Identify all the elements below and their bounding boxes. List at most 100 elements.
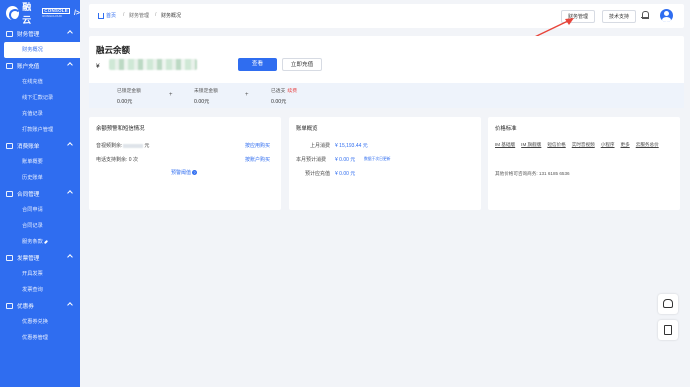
rongcloud-logo-icon: [6, 6, 22, 21]
unlocked-amount: 未锁定金额 0.00元: [194, 89, 218, 105]
chevron-up-icon: [67, 142, 73, 148]
home-icon: [98, 12, 104, 19]
recharge-now-button[interactable]: 立即充值: [282, 58, 322, 71]
av-remaining-row: 音视频剩余: 元: [96, 143, 150, 149]
wallet-icon: [6, 63, 13, 69]
chevron-up-icon: [67, 254, 73, 260]
price-tag-im-basic[interactable]: IM 基础版: [495, 142, 515, 148]
brand-name: 融云: [22, 2, 32, 25]
brand-code: />: [73, 9, 80, 17]
nav-head-contracts[interactable]: 合同管理: [0, 186, 80, 202]
edit-note-icon: [664, 325, 672, 335]
card-title: 余额预警和短信情况: [96, 126, 145, 132]
price-tag-miniprogram[interactable]: 小程序: [601, 142, 615, 148]
nav-group-bills: 消费账单 账单概要 历史账单: [0, 138, 80, 186]
balance-panel: 融云余额 ¥ 查看 立即充值 已锁定金额 0.00元 + 未锁定金额 0.00元…: [89, 36, 684, 108]
price-tag-cloud-total[interactable]: 云服务总价: [636, 142, 659, 148]
breadcrumb-home[interactable]: 首页: [98, 12, 116, 19]
chevron-up-icon: [67, 62, 73, 68]
sidebar: 融云 CONSOLE RONGCLOUD /> 财务管理 财务概况 账户充值 在…: [0, 0, 80, 387]
renew-tag[interactable]: 续费: [287, 89, 297, 94]
buy-by-account-link[interactable]: 按账户购买: [245, 156, 270, 163]
this-month-label: 本月预计消费: [296, 157, 327, 163]
sidebar-item-coupon-manage[interactable]: 优惠券管理: [0, 330, 80, 346]
card-title: 账单概览: [296, 126, 318, 132]
view-balance-button[interactable]: 查看: [238, 58, 277, 71]
support-widget-button[interactable]: [658, 294, 678, 314]
breadcrumb-current: 财务概况: [161, 13, 182, 19]
nav-head-recharge[interactable]: 账户充值: [0, 58, 80, 74]
overdraft-amount: 已透支 续费 0.00元: [271, 89, 298, 105]
price-tag-rtc[interactable]: 实时音视频: [572, 142, 595, 148]
nav-head-invoices[interactable]: 发票管理: [0, 250, 80, 266]
locked-amount: 已锁定金额 0.00元: [117, 89, 141, 105]
sidebar-item-finance-overview[interactable]: 财务概况: [4, 42, 80, 58]
invoice-icon: [6, 255, 13, 261]
business-contact: 其他价格可咨询商务: 131 6185 6536: [495, 171, 570, 176]
sidebar-item-bill-summary[interactable]: 账单概要: [0, 154, 80, 170]
sidebar-item-service-terms[interactable]: 服务条款: [0, 234, 80, 250]
this-month-value: ¥ 0.00 元: [335, 157, 356, 163]
prepaid-label: 预计应充值: [305, 171, 331, 177]
sidebar-item-contract-records[interactable]: 合同记录: [0, 218, 80, 234]
breadcrumb-separator: /: [155, 12, 157, 18]
warning-threshold-link[interactable]: 预警阈值?: [171, 169, 198, 176]
currency-symbol: ¥: [96, 63, 100, 70]
contract-icon: [6, 191, 13, 197]
sidebar-item-payment-accounts[interactable]: 打款账户管理: [0, 122, 80, 138]
plus-icon: +: [169, 92, 173, 98]
price-standard-card: 价格标准 IM 基础版 IM 旗舰版 短信价格 实时音视频 小程序 更多 云服务…: [488, 117, 680, 210]
nav-head-coupons[interactable]: 优惠券: [0, 298, 80, 314]
bill-icon: [6, 143, 13, 149]
card-title: 价格标准: [495, 126, 517, 132]
top-header: 首页 / 财务管理 / 财务概况 财务管理 技术支持: [89, 4, 684, 28]
sidebar-item-coupon-redeem[interactable]: 优惠券兑换: [0, 314, 80, 330]
price-tag-more[interactable]: 更多: [621, 142, 630, 148]
avatar[interactable]: [660, 9, 673, 22]
price-tag-sms[interactable]: 短信价格: [547, 142, 565, 148]
finance-icon: [6, 31, 13, 37]
balance-amount-redacted: [109, 59, 197, 70]
bill-overview-card: 账单概览 上月消费 ¥ 15,193.44 元 本月预计消费 ¥ 0.00 元 …: [289, 117, 481, 210]
nav-group-coupons: 优惠券 优惠券兑换 优惠券管理: [0, 298, 80, 346]
finance-management-button[interactable]: 财务管理: [561, 10, 595, 23]
prepaid-value: ¥ 0.00 元: [335, 171, 356, 177]
nav-group-finance: 财务管理 财务概况: [0, 26, 80, 58]
nav-head-bills[interactable]: 消费账单: [0, 138, 80, 154]
sidebar-item-offline-remit[interactable]: 线下汇款记录: [0, 90, 80, 106]
bell-icon[interactable]: [641, 11, 649, 19]
breadcrumb-finance[interactable]: 财务管理: [129, 12, 149, 19]
sidebar-item-contract-apply[interactable]: 合同申请: [0, 202, 80, 218]
brand-logo[interactable]: 融云 CONSOLE RONGCLOUD />: [0, 0, 80, 26]
brand-sub: RONGCLOUD: [42, 14, 62, 19]
buy-by-app-link[interactable]: 按应用购买: [245, 142, 270, 149]
nav-head-finance[interactable]: 财务管理: [0, 26, 80, 42]
chevron-up-icon: [67, 302, 73, 308]
last-month-label: 上月消费: [310, 143, 331, 149]
price-tags: IM 基础版 IM 旗舰版 短信价格 实时音视频 小程序 更多 云服务总价: [495, 142, 675, 148]
sidebar-item-issue-invoice[interactable]: 开具发票: [0, 266, 80, 282]
sidebar-item-online-recharge[interactable]: 在线充值: [0, 74, 80, 90]
plus-icon: +: [245, 92, 249, 98]
sidebar-item-bill-history[interactable]: 历史账单: [0, 170, 80, 186]
chevron-up-icon: [67, 30, 73, 36]
balance-stats: 已锁定金额 0.00元 + 未锁定金额 0.00元 + 已透支 续费 0.00元: [89, 83, 684, 108]
sidebar-item-invoice-query[interactable]: 发票查询: [0, 282, 80, 298]
balance-warning-card: 余额预警和短信情况 音视频剩余: 元 按应用购买 电话支持剩余: 0 次 按账户购…: [89, 117, 281, 210]
help-icon: ?: [192, 170, 198, 176]
nav-group-invoices: 发票管理 开具发票 发票查询: [0, 250, 80, 298]
nav-group-recharge: 账户充值 在线充值 线下汇款记录 充值记录 打款账户管理: [0, 58, 80, 138]
feedback-widget-button[interactable]: [658, 320, 678, 340]
this-month-note: 数据于次日更新: [364, 157, 391, 161]
chevron-up-icon: [67, 190, 73, 196]
sidebar-item-recharge-records[interactable]: 充值记录: [0, 106, 80, 122]
nav-group-contracts: 合同管理 合同申请 合同记录 服务条款: [0, 186, 80, 250]
phone-support-remaining: 电话支持剩余: 0 次: [96, 157, 138, 163]
last-month-value: ¥ 15,193.44 元: [335, 143, 368, 149]
price-tag-im-premium[interactable]: IM 旗舰版: [521, 142, 541, 148]
balance-title: 融云余额: [96, 45, 131, 55]
headset-icon: [663, 299, 673, 308]
external-link-icon: [43, 239, 48, 244]
redacted-value: [123, 143, 144, 148]
tech-support-button[interactable]: 技术支持: [602, 10, 636, 23]
